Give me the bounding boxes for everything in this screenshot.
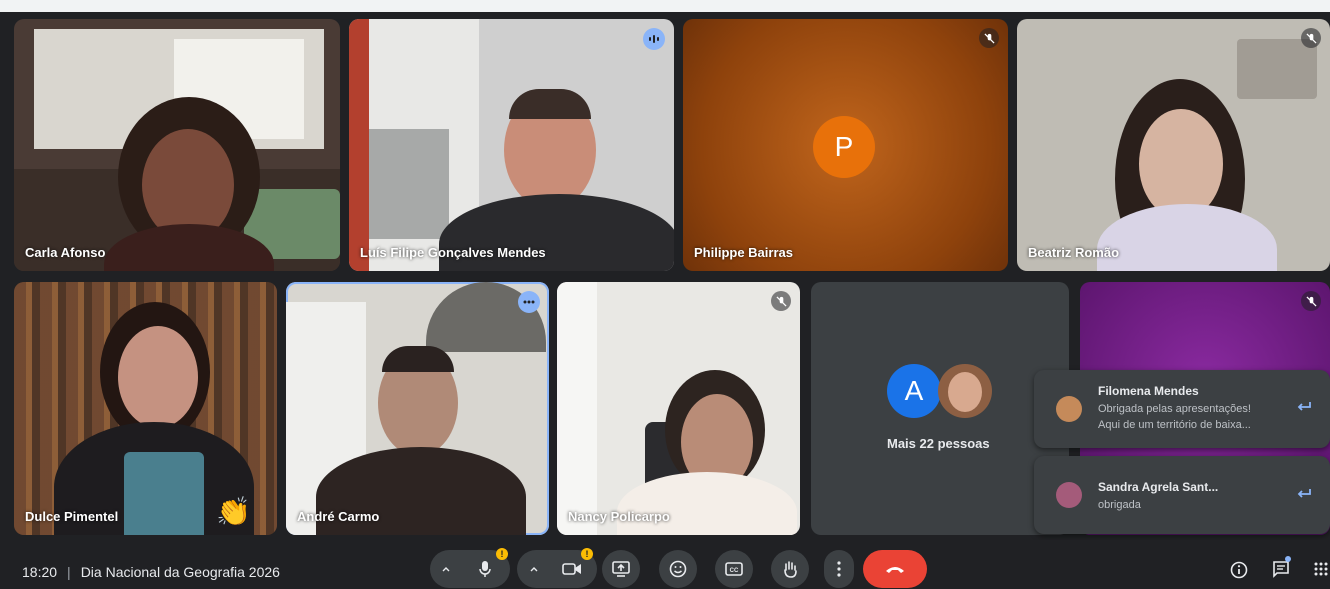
info-button[interactable] <box>1230 561 1248 584</box>
separator: | <box>67 564 71 580</box>
participant-tile-philippe[interactable]: P Philippe Bairras <box>683 19 1008 271</box>
notification-sender: Filomena Mendes <box>1098 384 1199 398</box>
speaking-indicator-icon <box>643 28 665 50</box>
others-tile[interactable]: A Mais 22 pessoas <box>811 282 1069 535</box>
info-icon <box>1230 561 1248 579</box>
video-feed <box>286 282 549 535</box>
participant-name: André Carmo <box>297 509 380 524</box>
activities-icon <box>1314 562 1328 576</box>
participant-name: Philippe Bairras <box>694 245 793 260</box>
participant-tile-andre[interactable]: André Carmo <box>286 282 549 535</box>
bottom-bar: 18:20 | Dia Nacional da Geografia 2026 !… <box>0 540 1330 589</box>
participant-tile-luis[interactable]: Luís Filipe Gonçalves Mendes <box>349 19 674 271</box>
notification-message: obrigada <box>1098 499 1141 511</box>
top-strip <box>0 0 1330 12</box>
end-call-icon <box>886 567 904 573</box>
participant-name: Carla Afonso <box>25 245 106 260</box>
present-button[interactable] <box>602 550 640 588</box>
emoji-icon <box>669 560 687 578</box>
notification-message: Aqui de um território de baixa... <box>1098 419 1251 431</box>
unread-dot <box>1285 556 1291 562</box>
reply-icon[interactable] <box>1296 400 1312 419</box>
svg-text:CC: CC <box>730 568 739 574</box>
more-options-icon <box>837 561 841 577</box>
participant-name: Nancy Policarpo <box>568 509 670 524</box>
avatar: P <box>813 116 875 178</box>
participant-tile-nancy[interactable]: Nancy Policarpo <box>557 282 800 535</box>
chat-notification[interactable]: Sandra Agrela Sant... obrigada <box>1034 456 1330 534</box>
reply-icon[interactable] <box>1296 487 1312 506</box>
chat-icon <box>1273 561 1289 578</box>
present-icon <box>612 561 630 577</box>
chat-notification[interactable]: Filomena Mendes Obrigada pelas apresenta… <box>1034 370 1330 448</box>
more-options-icon[interactable] <box>518 291 540 313</box>
captions-icon: CC <box>725 562 743 576</box>
participant-tile-carla[interactable]: Carla Afonso <box>14 19 340 271</box>
notification-sender: Sandra Agrela Sant... <box>1098 480 1219 494</box>
muted-mic-icon <box>1301 291 1321 311</box>
muted-mic-icon <box>1301 28 1321 48</box>
camera-icon <box>562 563 581 575</box>
raise-hand-button[interactable] <box>771 550 809 588</box>
avatar <box>1056 482 1082 508</box>
chat-button[interactable] <box>1272 556 1291 583</box>
participant-tile-beatriz[interactable]: Beatriz Romão <box>1017 19 1330 271</box>
meeting-title: Dia Nacional da Geografia 2026 <box>80 564 280 580</box>
participant-name: Beatriz Romão <box>1028 245 1120 260</box>
current-time: 18:20 <box>22 564 58 580</box>
notification-message: Obrigada pelas apresentações! <box>1098 403 1251 415</box>
avatar <box>1056 396 1082 422</box>
mic-icon <box>479 561 491 577</box>
participant-tile-dulce[interactable]: 👏 Dulce Pimentel <box>14 282 277 535</box>
video-feed <box>14 19 340 271</box>
video-feed <box>1017 19 1330 271</box>
captions-button[interactable]: CC <box>715 550 753 588</box>
muted-mic-icon <box>771 291 791 311</box>
warning-icon: ! <box>581 548 593 560</box>
participant-name: Luís Filipe Gonçalves Mendes <box>360 245 546 260</box>
more-options-button[interactable] <box>824 550 854 588</box>
end-call-button[interactable] <box>863 550 927 588</box>
meeting-info: 18:20 | Dia Nacional da Geografia 2026 <box>22 564 280 580</box>
reaction-emoji: 👏 <box>216 496 251 527</box>
activities-button[interactable] <box>1314 562 1328 581</box>
more-people-label: Mais 22 pessoas <box>887 436 990 451</box>
muted-mic-icon <box>979 28 999 48</box>
emoji-button[interactable] <box>659 550 697 588</box>
avatar: A <box>887 364 941 418</box>
raise-hand-icon <box>784 561 797 578</box>
avatar <box>938 364 992 418</box>
warning-icon: ! <box>496 548 508 560</box>
participant-name: Dulce Pimentel <box>25 509 119 524</box>
video-feed <box>349 19 674 271</box>
chevron-up-icon[interactable] <box>440 562 452 580</box>
chevron-up-icon[interactable] <box>528 562 540 580</box>
video-feed <box>557 282 800 535</box>
